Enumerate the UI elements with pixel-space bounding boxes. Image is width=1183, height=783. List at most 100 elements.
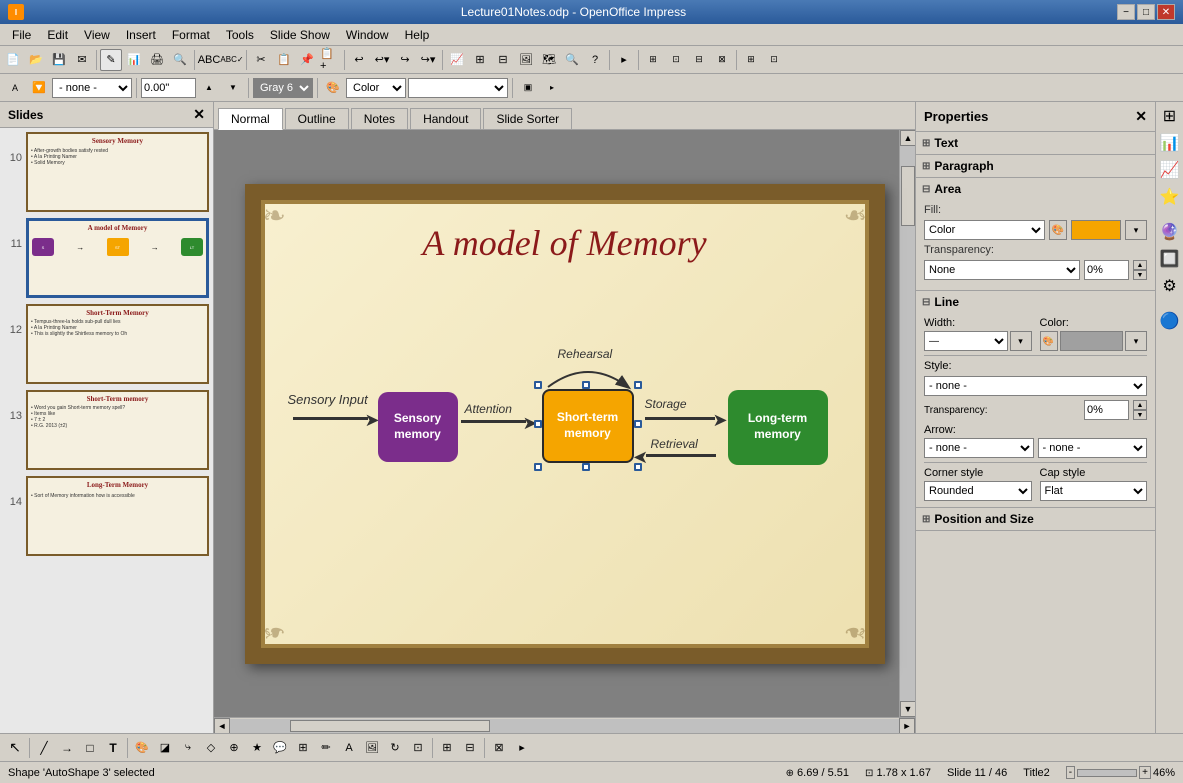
scroll-track-v[interactable] bbox=[900, 146, 915, 701]
slide-preview-12[interactable]: Short-Term Memory • Tempus-three-la hold… bbox=[26, 304, 209, 384]
rect-tool[interactable]: □ bbox=[79, 737, 101, 759]
line-width-dropdown[interactable]: ▾ bbox=[1010, 331, 1032, 351]
arrow-start-select[interactable]: - none - bbox=[924, 438, 1034, 458]
minimize-button[interactable]: − bbox=[1117, 4, 1135, 20]
handle-bl[interactable] bbox=[534, 463, 542, 471]
angle-input[interactable] bbox=[141, 78, 196, 98]
area-color-select[interactable] bbox=[408, 78, 508, 98]
view-btn4[interactable]: ⊠ bbox=[711, 49, 733, 71]
transparency-value-input[interactable] bbox=[1084, 260, 1129, 280]
trans-spin-down[interactable]: ▼ bbox=[1133, 270, 1147, 280]
more-button[interactable]: ▸ bbox=[613, 49, 635, 71]
format-btn2[interactable]: 🔽 bbox=[28, 77, 50, 99]
shadow-tool[interactable]: ◪ bbox=[154, 737, 176, 759]
shapes-tool[interactable]: ◇ bbox=[200, 737, 222, 759]
undo-list-button[interactable]: ↩▾ bbox=[371, 49, 393, 71]
rotate-tool[interactable]: ↻ bbox=[384, 737, 406, 759]
table2-button[interactable]: ⊟ bbox=[492, 49, 514, 71]
format-btn1[interactable]: A bbox=[4, 77, 26, 99]
chart-button[interactable]: 📈 bbox=[446, 49, 468, 71]
presentation-button[interactable]: 📊 bbox=[123, 49, 145, 71]
menu-view[interactable]: View bbox=[76, 26, 118, 44]
scroll-right-btn[interactable]: ► bbox=[899, 718, 915, 734]
copy-button[interactable]: 📋 bbox=[273, 49, 295, 71]
slide-preview-10[interactable]: Sensory Memory • After-growth bodies sat… bbox=[26, 132, 209, 212]
sensory-memory-box[interactable]: Sensorymemory bbox=[378, 392, 458, 462]
edit-mode-button[interactable]: ✎ bbox=[100, 49, 122, 71]
line-tool[interactable]: ╱ bbox=[33, 737, 55, 759]
menu-edit[interactable]: Edit bbox=[39, 26, 76, 44]
cap-style-select[interactable]: Flat Round Square bbox=[1040, 481, 1148, 501]
fill-color-tool[interactable]: 🎨 bbox=[131, 737, 153, 759]
menu-format[interactable]: Format bbox=[164, 26, 218, 44]
snap-grid-btn[interactable]: ⊟ bbox=[459, 737, 481, 759]
vertical-scrollbar[interactable]: ▲ ▼ bbox=[899, 130, 915, 717]
slide-preview-11[interactable]: A model of Memory S → ST → LT bbox=[26, 218, 209, 298]
scroll-thumb-v[interactable] bbox=[901, 166, 915, 226]
text-section-header[interactable]: ⊞ Text bbox=[916, 132, 1155, 154]
fontwork-tool[interactable]: A bbox=[338, 737, 360, 759]
side-btn-8[interactable]: 🔵 bbox=[1158, 309, 1182, 333]
handle-bm[interactable] bbox=[582, 463, 590, 471]
transparency-type-select[interactable]: None bbox=[924, 260, 1080, 280]
scroll-left-btn[interactable]: ◄ bbox=[214, 718, 230, 734]
style-select[interactable]: - none - bbox=[52, 78, 132, 98]
fill-color-dropdown-btn[interactable]: ▾ bbox=[1125, 220, 1147, 240]
new-button[interactable]: 📄 bbox=[2, 49, 24, 71]
maximize-button[interactable]: □ bbox=[1137, 4, 1155, 20]
save-button[interactable]: 💾 bbox=[48, 49, 70, 71]
view-btn1[interactable]: ⊞ bbox=[642, 49, 664, 71]
scroll-track-h[interactable] bbox=[230, 719, 899, 733]
display-grid-btn[interactable]: ⊞ bbox=[436, 737, 458, 759]
zoom-out-btn[interactable]: - bbox=[1066, 766, 1075, 779]
slide-preview-13[interactable]: Short-Term memory • Word you gain Short-… bbox=[26, 390, 209, 470]
position-section-header[interactable]: ⊞ Position and Size bbox=[916, 508, 1155, 530]
menu-slideshow[interactable]: Slide Show bbox=[262, 26, 338, 44]
paste-special-button[interactable]: 📋+ bbox=[319, 49, 341, 71]
slide-canvas[interactable]: ▲ ▼ ❧ ❧ ❧ ❧ bbox=[214, 130, 915, 717]
handle-mr[interactable] bbox=[634, 420, 642, 428]
trans-spin-up[interactable]: ▲ bbox=[1133, 260, 1147, 270]
tab-handout[interactable]: Handout bbox=[410, 108, 481, 129]
view-btn2[interactable]: ⊡ bbox=[665, 49, 687, 71]
paragraph-section-header[interactable]: ⊞ Paragraph bbox=[916, 155, 1155, 177]
redo-list-button[interactable]: ↪▾ bbox=[417, 49, 439, 71]
callout-tool[interactable]: 💬 bbox=[269, 737, 291, 759]
line-trans-up[interactable]: ▲ bbox=[1133, 400, 1147, 410]
menu-tools[interactable]: Tools bbox=[218, 26, 262, 44]
crop-tool[interactable]: ⊡ bbox=[407, 737, 429, 759]
side-btn-4[interactable]: ⭐ bbox=[1158, 185, 1182, 209]
cut-button[interactable]: ✂ bbox=[250, 49, 272, 71]
scroll-down-btn[interactable]: ▼ bbox=[900, 701, 915, 717]
email-button[interactable]: ✉ bbox=[71, 49, 93, 71]
line-style-select[interactable]: - none - bbox=[924, 376, 1147, 396]
slide-preview-14[interactable]: Long-Term Memory • Sort of Memory inform… bbox=[26, 476, 209, 556]
view-btn5[interactable]: ⊞ bbox=[740, 49, 762, 71]
tab-notes[interactable]: Notes bbox=[351, 108, 408, 129]
angle-up[interactable]: ▲ bbox=[198, 77, 220, 99]
area-select[interactable]: Color bbox=[346, 78, 406, 98]
line-color-dropdown[interactable]: ▾ bbox=[1125, 331, 1147, 351]
fill-color-swatch[interactable] bbox=[1071, 220, 1121, 240]
zoom-slider[interactable] bbox=[1077, 769, 1137, 777]
find-button[interactable]: 🔍 bbox=[561, 49, 583, 71]
tab-outline[interactable]: Outline bbox=[285, 108, 349, 129]
undo-button[interactable]: ↩ bbox=[348, 49, 370, 71]
print-preview-button[interactable]: 🔍 bbox=[169, 49, 191, 71]
menu-insert[interactable]: Insert bbox=[118, 26, 164, 44]
stars-tool[interactable]: ★ bbox=[246, 737, 268, 759]
more-draw-btn[interactable]: ▸ bbox=[511, 737, 533, 759]
curves-tool[interactable]: ⤷ bbox=[177, 737, 199, 759]
view-btn6[interactable]: ⊡ bbox=[763, 49, 785, 71]
fill-type-select[interactable]: Color bbox=[924, 220, 1045, 240]
open-button[interactable]: 📂 bbox=[25, 49, 47, 71]
view-btn3[interactable]: ⊟ bbox=[688, 49, 710, 71]
line-section-header[interactable]: ⊟ Line bbox=[916, 291, 1155, 313]
arrow-tool[interactable]: → bbox=[56, 737, 78, 759]
connector-tool[interactable]: ⊞ bbox=[292, 737, 314, 759]
line-trans-input[interactable] bbox=[1084, 400, 1129, 420]
flow-tool[interactable]: ⊕ bbox=[223, 737, 245, 759]
side-btn-1[interactable]: ⊞ bbox=[1158, 104, 1182, 128]
spellcheck2-button[interactable]: ABC✓ bbox=[221, 49, 243, 71]
properties-close-btn[interactable]: ✕ bbox=[1135, 108, 1147, 125]
